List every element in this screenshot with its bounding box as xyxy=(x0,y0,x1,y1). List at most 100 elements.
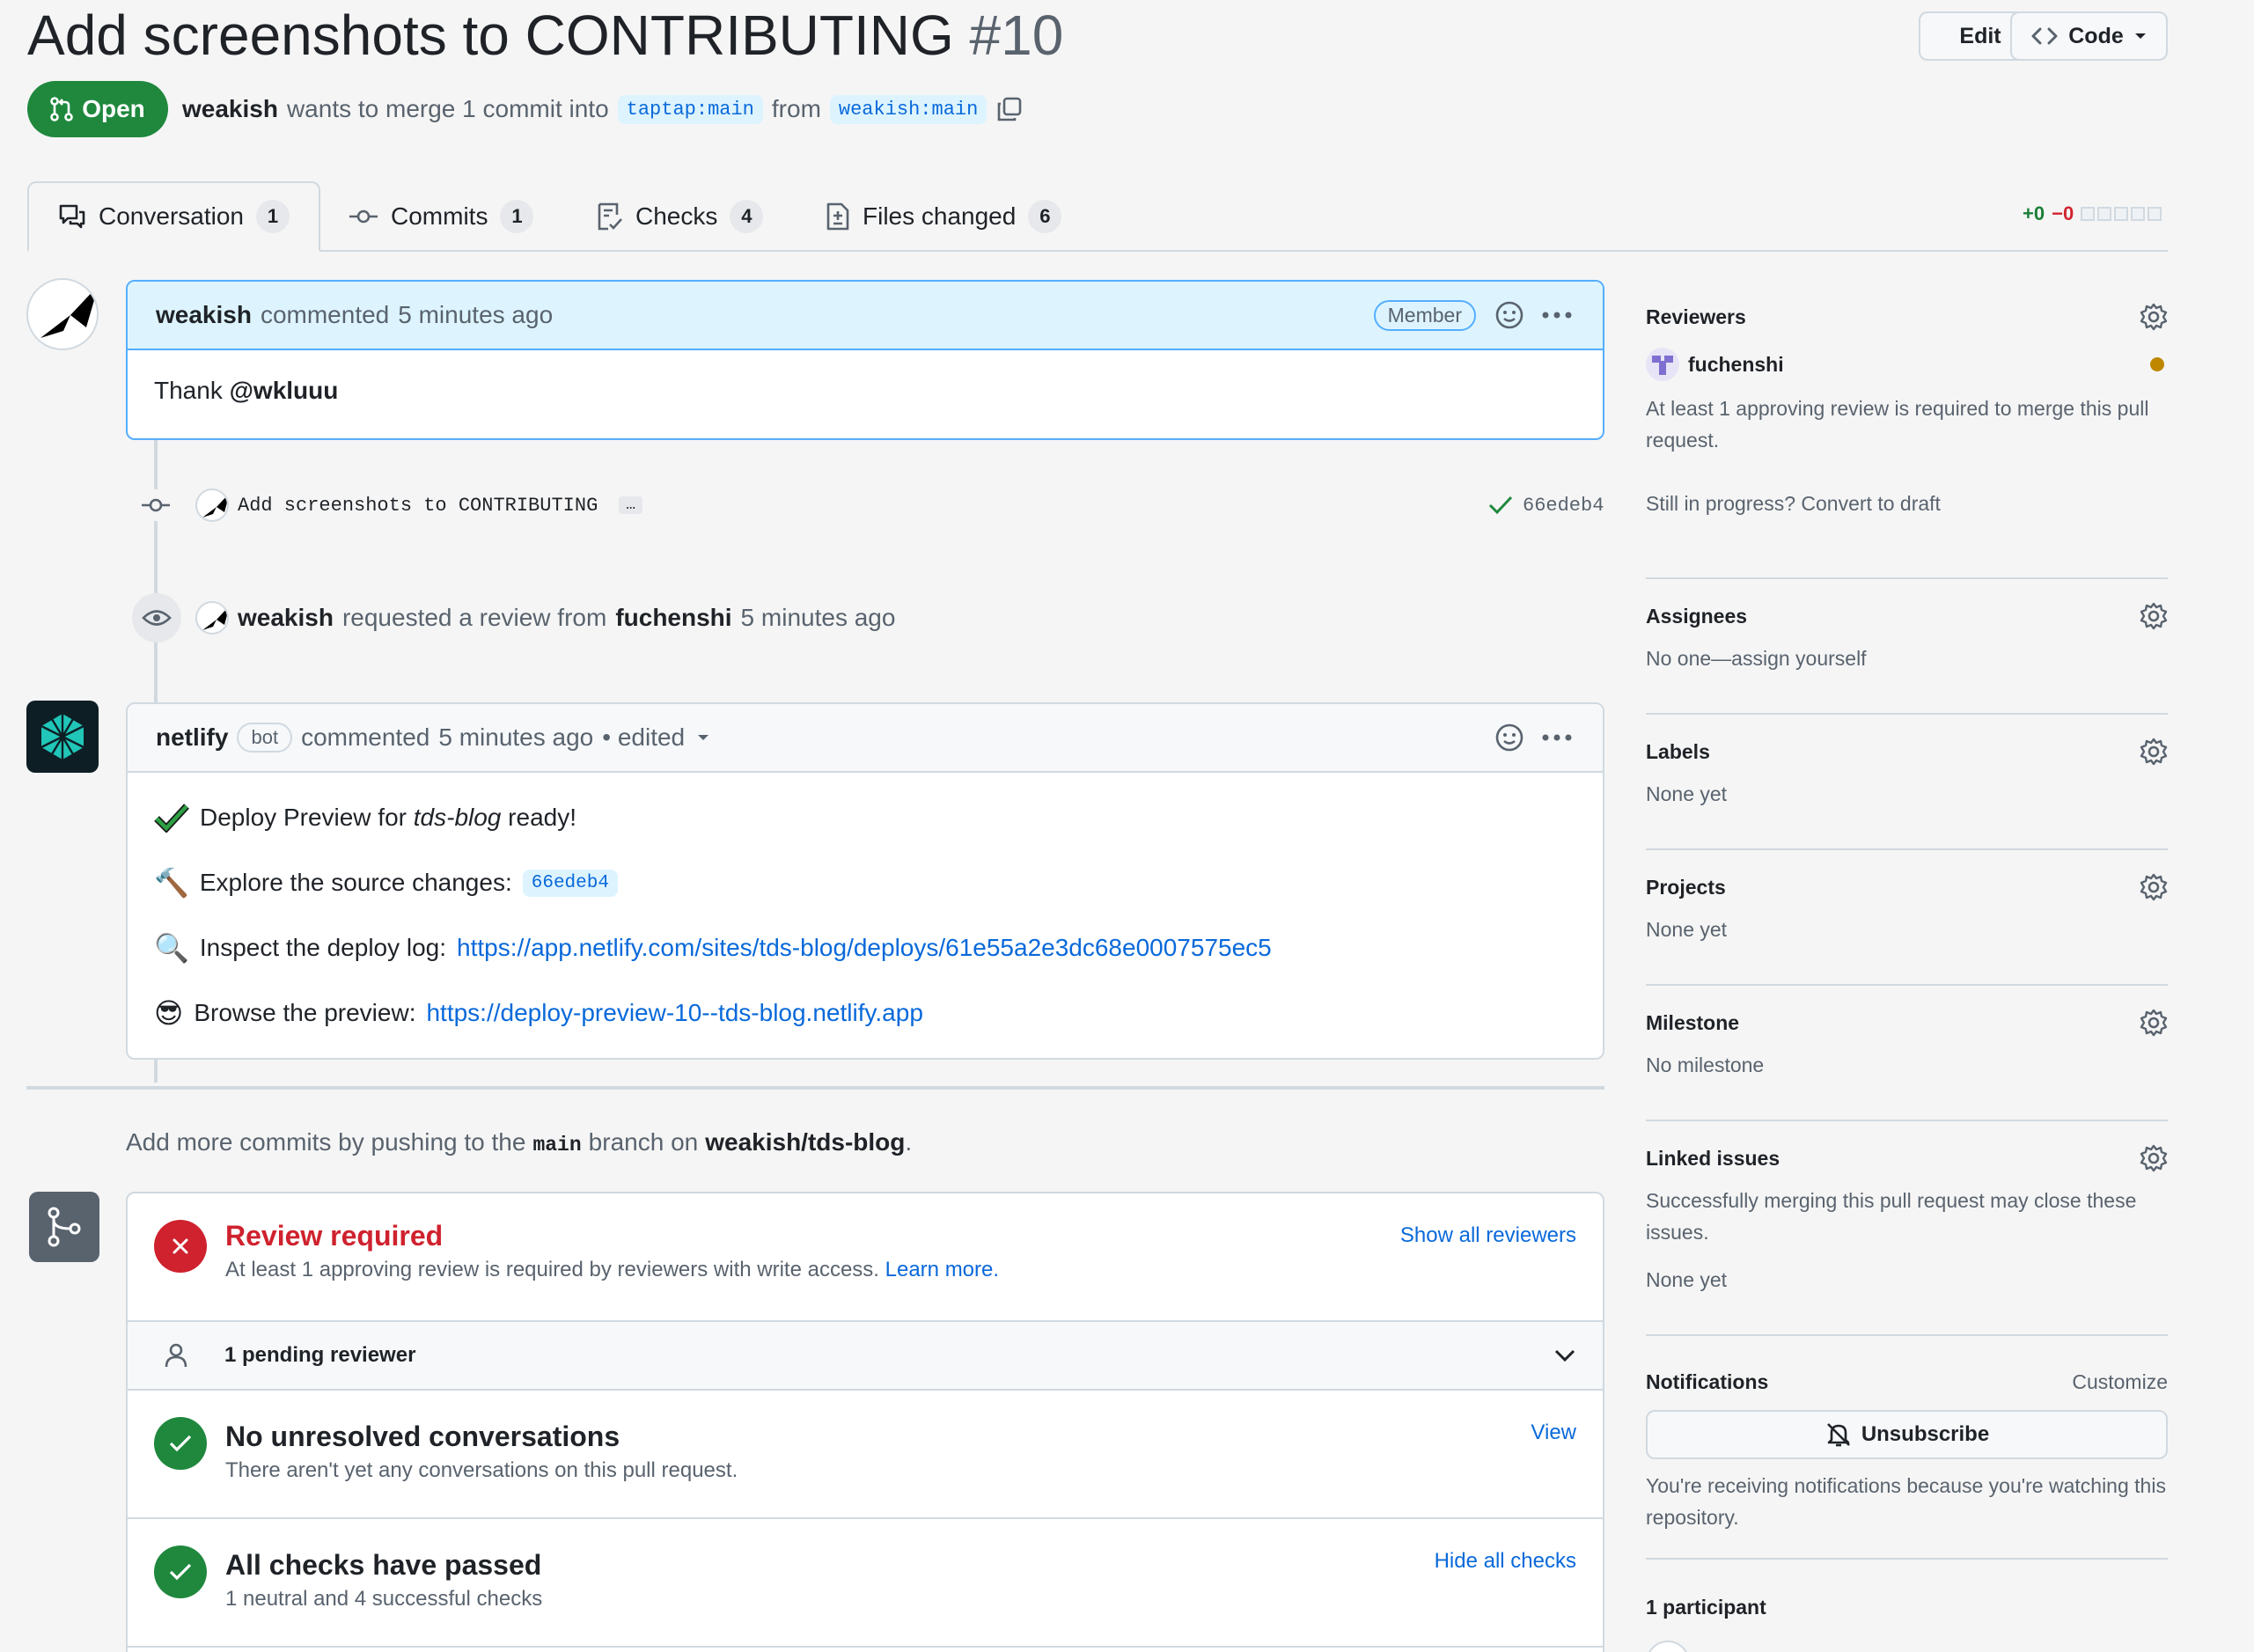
commit-expand[interactable]: … xyxy=(619,496,643,514)
gear-icon[interactable] xyxy=(2140,602,2168,630)
gear-icon[interactable] xyxy=(2140,738,2168,766)
git-merge-icon xyxy=(29,1192,99,1262)
chevron-down-icon[interactable] xyxy=(1553,1348,1576,1362)
learn-more-link[interactable]: Learn more. xyxy=(885,1258,999,1281)
mention-link[interactable]: @wkluuu xyxy=(230,377,339,404)
edited-dropdown[interactable]: • edited xyxy=(602,723,685,752)
triangle-down-icon xyxy=(2134,32,2147,40)
linked-issues-note: Successfully merging this pull request m… xyxy=(1646,1189,2137,1244)
deploy-ready-line: Deploy Preview for tds-blog ready! xyxy=(154,785,1576,850)
diffstat-box xyxy=(2081,207,2096,221)
reviewers-header[interactable]: Reviewers xyxy=(1646,299,2168,334)
comment-time[interactable]: 5 minutes ago xyxy=(438,723,593,752)
projects-header[interactable]: Projects xyxy=(1646,870,2168,905)
commit-message[interactable]: Add screenshots to CONTRIBUTING xyxy=(238,495,598,517)
gear-icon[interactable] xyxy=(2140,873,2168,901)
smiley-icon[interactable] xyxy=(1492,720,1527,755)
event-time[interactable]: 5 minutes ago xyxy=(741,604,896,632)
pr-author[interactable]: weakish xyxy=(182,95,278,123)
push-hint-suffix: . xyxy=(905,1128,913,1156)
unsubscribe-button[interactable]: Unsubscribe xyxy=(1646,1410,2168,1459)
tab-files-changed[interactable]: Files changed 6 xyxy=(826,181,1062,252)
tab-counter: 6 xyxy=(1028,200,1062,233)
triangle-down-icon[interactable] xyxy=(697,733,709,742)
event-reviewer[interactable]: fuchenshi xyxy=(615,604,731,632)
file-diff-icon xyxy=(826,202,850,231)
tab-commits[interactable]: Commits 1 xyxy=(349,181,534,252)
event-text: requested a review from xyxy=(341,604,607,631)
gear-icon[interactable] xyxy=(2140,1009,2168,1037)
from-text: from xyxy=(771,95,821,122)
notifications-heading: Notifications xyxy=(1646,1369,1769,1393)
avatar-fuchenshi xyxy=(1646,348,1679,381)
eye-icon xyxy=(132,593,181,642)
pr-title: Add screenshots to CONTRIBUTING #10 xyxy=(27,0,1063,70)
copy-icon[interactable] xyxy=(995,95,1024,123)
comment-time[interactable]: 5 minutes ago xyxy=(398,301,553,329)
sidebar-labels: Labels None yet xyxy=(1646,734,2168,850)
smiley-icon[interactable] xyxy=(1492,297,1527,333)
labels-header[interactable]: Labels xyxy=(1646,734,2168,769)
kebab-horizontal-icon[interactable] xyxy=(1539,297,1575,333)
commit-sha[interactable]: 66edeb4 xyxy=(1523,495,1604,517)
review-subtitle-text: At least 1 approving review is required … xyxy=(225,1258,879,1281)
view-conversations-link[interactable]: View xyxy=(1531,1421,1576,1445)
avatar-weakish-small[interactable] xyxy=(195,601,229,635)
participant-avatar[interactable] xyxy=(1646,1641,1690,1652)
pending-reviewer-text: 1 pending reviewer xyxy=(224,1343,416,1367)
tab-conversation[interactable]: Conversation 1 xyxy=(27,181,320,252)
checks-text: All checks have passed 1 neutral and 4 s… xyxy=(225,1549,542,1612)
event-actor[interactable]: weakish xyxy=(238,604,334,632)
source-sha-link[interactable]: 66edeb4 xyxy=(522,869,618,897)
source-changes-line: 🔨 Explore the source changes: 66edeb4 xyxy=(154,850,1576,915)
check-mark-icon xyxy=(154,803,189,833)
merge-box: Review required At least 1 approving rev… xyxy=(126,1192,1604,1652)
comment-header: weakish commented 5 minutes ago Member xyxy=(128,282,1603,350)
milestone-header[interactable]: Milestone xyxy=(1646,1005,2168,1040)
gear-icon[interactable] xyxy=(2140,1144,2168,1172)
push-hint-repo[interactable]: weakish/tds-blog xyxy=(705,1128,905,1156)
assignees-value[interactable]: No one—assign yourself xyxy=(1646,642,2168,674)
bell-slash-icon xyxy=(1824,1421,1853,1449)
comment-author[interactable]: weakish xyxy=(156,301,252,329)
linked-issues-header[interactable]: Linked issues xyxy=(1646,1141,2168,1176)
reviewer-row[interactable]: fuchenshi xyxy=(1646,347,2168,382)
notifications-note: You're receiving notifications because y… xyxy=(1646,1474,2166,1529)
tab-checks[interactable]: Checks 4 xyxy=(597,181,764,252)
preview-link[interactable]: https://deploy-preview-10--tds-blog.netl… xyxy=(426,999,922,1027)
customize-link[interactable]: Customize xyxy=(2072,1370,2168,1394)
pr-title-text: Add screenshots to CONTRIBUTING xyxy=(27,4,954,67)
base-branch[interactable]: taptap:main xyxy=(617,94,763,124)
avatar-weakish-small[interactable] xyxy=(195,488,229,522)
kebab-horizontal-icon[interactable] xyxy=(1539,720,1575,755)
deploy-log-link[interactable]: https://app.netlify.com/sites/tds-blog/d… xyxy=(457,934,1272,962)
avatar-netlify[interactable] xyxy=(26,701,99,773)
avatar-weakish[interactable] xyxy=(26,278,99,350)
review-request-event: weakish requested a review from fuchensh… xyxy=(195,596,895,640)
check-icon[interactable] xyxy=(1487,495,1514,516)
pending-reviewer-row[interactable]: 1 pending reviewer xyxy=(128,1322,1603,1391)
line-text: Deploy Preview for xyxy=(200,804,414,831)
sidebar-projects: Projects None yet xyxy=(1646,870,2168,986)
assignees-header[interactable]: Assignees xyxy=(1646,598,2168,634)
convert-to-draft-link[interactable]: Still in progress? Convert to draft xyxy=(1646,488,2168,519)
sidebar-linked-issues: Linked issues Successfully merging this … xyxy=(1646,1141,2168,1336)
sidebar-participants: 1 participant xyxy=(1646,1590,2168,1652)
head-branch[interactable]: weakish:main xyxy=(829,94,988,124)
conversations-text: No unresolved conversations There aren't… xyxy=(225,1421,738,1483)
gear-icon[interactable] xyxy=(2140,303,2168,331)
push-hint-branch: main xyxy=(532,1134,582,1156)
projects-heading: Projects xyxy=(1646,875,1726,899)
show-all-reviewers-link[interactable]: Show all reviewers xyxy=(1400,1223,1576,1248)
sidebar-notifications: Notifications Customize Unsubscribe You'… xyxy=(1646,1364,2168,1560)
review-required-title: Review required xyxy=(225,1220,444,1252)
git-commit-icon xyxy=(349,208,378,225)
hide-all-checks-link[interactable]: Hide all checks xyxy=(1435,1549,1576,1574)
comment-author[interactable]: netlify xyxy=(156,723,228,752)
conversations-subtitle: There aren't yet any conversations on th… xyxy=(225,1458,738,1482)
comment-action: commented xyxy=(301,723,430,751)
tab-label: Commits xyxy=(391,202,488,230)
comment-header: netlify bot commented 5 minutes ago • ed… xyxy=(128,704,1603,773)
milestone-value: No milestone xyxy=(1646,1054,1765,1076)
code-button[interactable]: Code xyxy=(2010,11,2168,61)
